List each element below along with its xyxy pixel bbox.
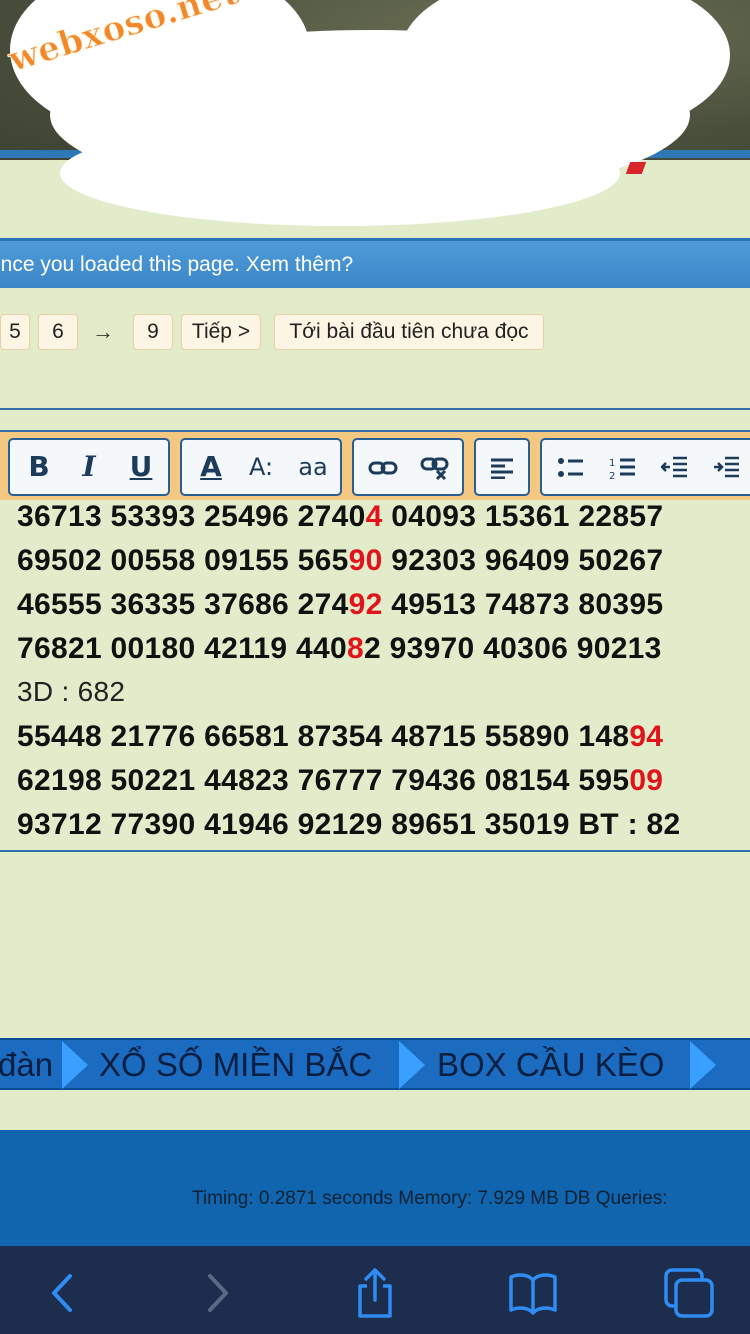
result-row: 93712 77390 41946 92129 89651 35019 BT :… [17, 808, 680, 848]
format-group: B I U [8, 438, 170, 496]
align-left-icon[interactable] [479, 440, 525, 494]
svg-text:2: 2 [609, 471, 615, 481]
bold-button[interactable]: B [16, 440, 62, 494]
result-row: 3D : 682 [17, 676, 125, 716]
page-gap-arrow: → [92, 319, 114, 344]
result-row: 36713 53393 25496 27404 04093 15361 2285… [17, 500, 663, 540]
align-group [474, 438, 530, 496]
new-posts-notice[interactable]: ince you loaded this page. Xem thêm? [0, 238, 750, 288]
book-icon[interactable] [506, 1266, 560, 1320]
row-text: 04093 15361 22857 [382, 500, 664, 533]
nav-item-box-cau[interactable]: BOX CẦU KÈO [437, 1040, 664, 1090]
row-text: 49513 74873 80395 [382, 588, 664, 621]
numbered-list-icon[interactable]: 12 [600, 440, 646, 494]
row-text: 3D : 682 [17, 676, 126, 707]
font-size-button[interactable]: A: [238, 440, 284, 494]
row-text: 62198 50221 44823 76777 79436 08154 595 [17, 764, 630, 797]
redaction-blob [60, 120, 620, 226]
link-group [352, 438, 464, 496]
row-highlight: 8 [346, 632, 364, 665]
row-highlight: 94 [629, 720, 664, 753]
chevron-right-icon [399, 1041, 425, 1089]
category-nav: đàn XỔ SỐ MIỀN BẮC BOX CẦU KÈO [0, 1038, 750, 1090]
share-icon[interactable] [348, 1266, 402, 1320]
row-text: 76821 00180 42119 440 [17, 632, 347, 665]
row-text: 36713 53393 25496 2740 [17, 500, 366, 533]
result-row: 69502 00558 09155 56590 92303 96409 5026… [17, 544, 663, 584]
row-text: 69502 00558 09155 565 [17, 544, 349, 577]
outdent-icon[interactable] [652, 440, 698, 494]
page-link-6[interactable]: 6 [38, 314, 78, 350]
page-link-last[interactable]: 9 [133, 314, 173, 350]
row-text: 46555 36335 37686 274 [17, 588, 349, 621]
editor-top-border [0, 408, 750, 410]
row-text: 93712 77390 41946 92129 89651 35019 BT :… [17, 808, 681, 841]
link-icon[interactable] [360, 440, 406, 494]
chevron-right-icon[interactable] [190, 1266, 244, 1320]
row-highlight: 90 [348, 544, 383, 577]
row-highlight: 09 [629, 764, 664, 797]
row-highlight: 92 [348, 588, 383, 621]
row-highlight: 4 [365, 500, 383, 533]
chevron-right-icon [690, 1041, 716, 1089]
nav-item-partial[interactable]: đàn [0, 1040, 53, 1090]
italic-button[interactable]: I [66, 440, 112, 494]
row-text: 92303 96409 50267 [382, 544, 664, 577]
underline-button[interactable]: U [118, 440, 164, 494]
result-row: 46555 36335 37686 27492 49513 74873 8039… [17, 588, 663, 628]
first-unread-button[interactable]: Tới bài đầu tiên chưa đọc [274, 314, 544, 350]
indent-icon[interactable] [704, 440, 750, 494]
header-accent [625, 162, 647, 174]
result-row: 76821 00180 42119 44082 93970 40306 9021… [17, 632, 662, 672]
chevron-left-icon[interactable] [36, 1266, 90, 1320]
nav-item-mien-bac[interactable]: XỔ SỐ MIỀN BẮC [99, 1040, 372, 1090]
editor-content[interactable]: 36713 53393 25496 27404 04093 15361 2285… [0, 500, 750, 852]
editor-toolbar: B I U A A: aa 12 [0, 430, 750, 500]
browser-toolbar [0, 1246, 750, 1334]
bullet-list-icon[interactable] [548, 440, 594, 494]
page-link-5[interactable]: 5 [0, 314, 30, 350]
chevron-right-icon [62, 1041, 88, 1089]
svg-text:1: 1 [609, 458, 615, 469]
next-page-button[interactable]: Tiếp > [181, 314, 261, 350]
result-row: 55448 21776 66581 87354 48715 55890 1489… [17, 720, 663, 760]
pagination: 5 6 → 9 Tiếp > Tới bài đầu tiên chưa đọc [0, 314, 750, 350]
notice-text: ince you loaded this page. Xem thêm? [0, 253, 354, 276]
tabs-icon[interactable] [662, 1266, 716, 1320]
row-text: 55448 21776 66581 87354 48715 55890 148 [17, 720, 630, 753]
unlink-icon[interactable] [412, 440, 458, 494]
timing-stats: Timing: 0.2871 seconds Memory: 7.929 MB … [192, 1188, 668, 1209]
row-text: 2 93970 40306 90213 [363, 632, 662, 665]
font-group: A A: aa [180, 438, 342, 496]
font-family-button[interactable]: aa [290, 440, 336, 494]
result-row: 62198 50221 44823 76777 79436 08154 5950… [17, 764, 663, 804]
font-color-button[interactable]: A [188, 440, 234, 494]
list-group: 12 [540, 438, 750, 496]
